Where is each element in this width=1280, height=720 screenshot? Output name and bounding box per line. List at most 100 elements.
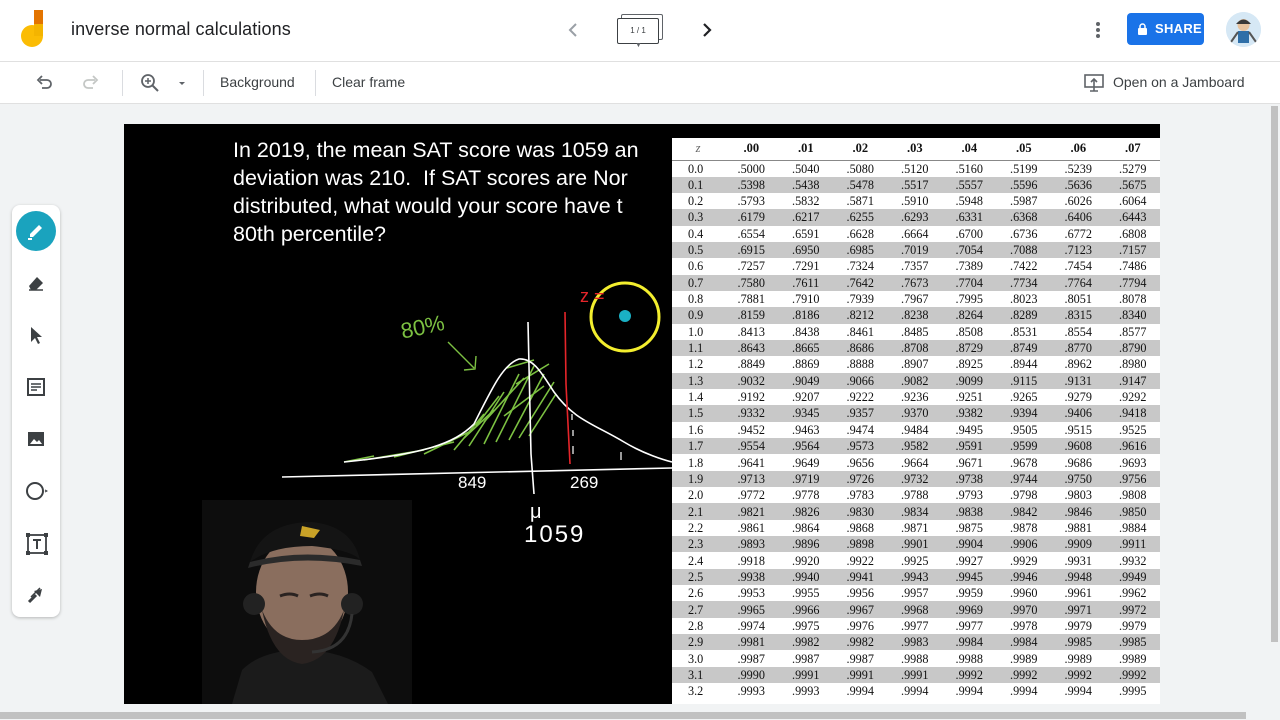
frame-bar-toggle[interactable]: 1 / 1 ▼ xyxy=(617,14,663,49)
user-avatar[interactable] xyxy=(1226,12,1261,47)
z-table-row: 2.1.9821.9826.9830.9834.9838.9842.9846.9… xyxy=(672,503,1160,520)
more-options-button[interactable] xyxy=(1088,17,1108,43)
probability-cell: .9693 xyxy=(1119,455,1147,470)
z-value-cell: 2.6 xyxy=(688,586,704,601)
probability-cell: .7642 xyxy=(833,274,888,291)
select-tool[interactable] xyxy=(16,315,56,355)
probability-cell: .9207 xyxy=(792,390,820,405)
redo-icon[interactable] xyxy=(80,72,102,94)
chevron-left-icon xyxy=(568,23,577,37)
probability-cell: .9995 xyxy=(1119,684,1147,699)
z-table-row: 3.1.9990.9991.9991.9991.9992.9992.9992.9… xyxy=(672,666,1160,684)
z-value-cell: 3.0 xyxy=(688,651,704,666)
probability-cell: .9474 xyxy=(846,422,874,437)
laser-tool[interactable] xyxy=(16,575,56,615)
z-table-row: 1.4 .9192 .9207 .9222 .9236 .9251 .9265 .9279 .9… xyxy=(672,389,1160,405)
whiteboard-canvas[interactable]: In 2019, the mean SAT score was 1059 an … xyxy=(124,124,1160,704)
probability-cell: .9808 xyxy=(1119,488,1147,503)
probability-cell: .9975 xyxy=(792,618,820,633)
z-value-cell: 2.3 xyxy=(672,536,724,553)
pen-tool[interactable] xyxy=(16,211,56,251)
sticky-note-tool[interactable] xyxy=(16,367,56,407)
probability-cell: .9830 xyxy=(833,503,888,520)
probability-cell: .9978 xyxy=(1010,618,1038,633)
undo-icon[interactable] xyxy=(33,72,55,94)
probability-cell: .8289 xyxy=(996,307,1051,324)
probability-cell: .9850 xyxy=(1105,503,1160,520)
probability-cell: .6554 xyxy=(737,226,765,241)
probability-cell: .8665 xyxy=(778,339,833,357)
background-button[interactable]: Background xyxy=(220,74,295,90)
probability-cell: .9984 xyxy=(996,634,1051,651)
document-title[interactable]: inverse normal calculations xyxy=(71,19,291,40)
probability-cell: .9906 xyxy=(996,536,1051,553)
probability-cell: .8508 xyxy=(955,324,983,339)
vertical-scrollbar[interactable] xyxy=(1268,104,1280,720)
text-box-tool[interactable] xyxy=(16,523,56,563)
probability-cell: .8186 xyxy=(778,307,833,324)
percent-annotation: 80% xyxy=(398,310,446,344)
probability-cell: .9192 xyxy=(737,390,765,405)
share-button[interactable]: SHARE xyxy=(1127,13,1204,45)
probability-cell: .8023 xyxy=(1010,292,1038,307)
probability-cell: .8315 xyxy=(1051,307,1106,324)
probability-cell: .9972 xyxy=(1105,601,1160,618)
probability-cell: .8438 xyxy=(792,324,820,339)
z-table-header: z .00.01.02.03.04.05.06.07 xyxy=(672,138,1160,161)
open-on-jamboard-button[interactable]: Open on a Jamboard xyxy=(1113,74,1245,90)
probability-cell: .6026 xyxy=(1064,194,1092,209)
probability-cell: .8770 xyxy=(1051,339,1106,357)
jamboard-logo[interactable] xyxy=(20,10,52,48)
probability-cell: .8264 xyxy=(942,307,997,324)
probability-cell: .9904 xyxy=(942,536,997,553)
eraser-tool[interactable] xyxy=(16,263,56,303)
zoom-icon[interactable] xyxy=(139,72,161,94)
horizontal-scrollbar-thumb[interactable] xyxy=(0,712,1246,719)
z-value-cell: 1.1 xyxy=(672,339,724,357)
z-value-cell: 1.0 xyxy=(688,324,704,339)
probability-cell: .9871 xyxy=(901,520,929,535)
probability-cell: .8980 xyxy=(1119,357,1147,372)
probability-cell: .6255 xyxy=(833,209,888,226)
z-table-row: 2.2 .9861 .9864 .9868 .9871 .9875 .9878 .9881 .9… xyxy=(672,520,1160,536)
z-value-cell: 0.6 xyxy=(688,259,704,274)
probability-cell: .8708 xyxy=(887,339,942,357)
shape-tool[interactable] xyxy=(16,471,56,511)
horizontal-scrollbar[interactable] xyxy=(0,710,1268,720)
main-toolbar: Background Clear frame Open on a Jamboar… xyxy=(0,62,1280,104)
probability-cell: .9979 xyxy=(1119,618,1147,633)
clear-frame-button[interactable]: Clear frame xyxy=(332,74,405,90)
probability-cell: .9992 xyxy=(1105,666,1160,684)
probability-cell: .9649 xyxy=(792,455,820,470)
z-value-cell: 0.4 xyxy=(688,226,704,241)
open-jamboard-icon[interactable] xyxy=(1083,72,1105,94)
toolbar-divider xyxy=(122,70,123,96)
lock-icon xyxy=(1138,23,1147,35)
probability-cell: .7088 xyxy=(996,241,1051,259)
probability-cell: .9994 xyxy=(1064,684,1092,699)
probability-cell: .8790 xyxy=(1105,339,1160,357)
vertical-scrollbar-thumb[interactable] xyxy=(1271,106,1278,642)
image-tool[interactable] xyxy=(16,419,56,459)
previous-frame-button[interactable] xyxy=(562,18,584,42)
next-frame-button[interactable] xyxy=(696,18,718,42)
z-table-row: 2.3.9893.9896.9898.9901.9904.9906.9909.9… xyxy=(672,536,1160,553)
probability-cell: .9726 xyxy=(833,470,888,488)
probability-cell: .8340 xyxy=(1105,307,1160,324)
probability-cell: .6950 xyxy=(778,241,833,259)
probability-cell: .6808 xyxy=(1119,226,1147,241)
probability-cell: .6591 xyxy=(792,226,820,241)
probability-cell: .7580 xyxy=(724,274,779,291)
probability-cell: .9948 xyxy=(1051,568,1106,586)
probability-cell: .8907 xyxy=(901,357,929,372)
probability-cell: .5517 xyxy=(887,176,942,193)
probability-cell: .9505 xyxy=(1010,422,1038,437)
probability-cell: .9977 xyxy=(955,618,983,633)
probability-cell: .9943 xyxy=(887,568,942,586)
probability-cell: .7257 xyxy=(737,259,765,274)
z-table-row: 1.6 .9452 .9463 .9474 .9484 .9495 .9505 .9515 .9… xyxy=(672,422,1160,438)
zoom-dropdown-icon[interactable] xyxy=(176,72,188,94)
probability-cell: .9236 xyxy=(901,390,929,405)
probability-cell: .7611 xyxy=(778,274,833,291)
probability-cell: .9960 xyxy=(1010,586,1038,601)
